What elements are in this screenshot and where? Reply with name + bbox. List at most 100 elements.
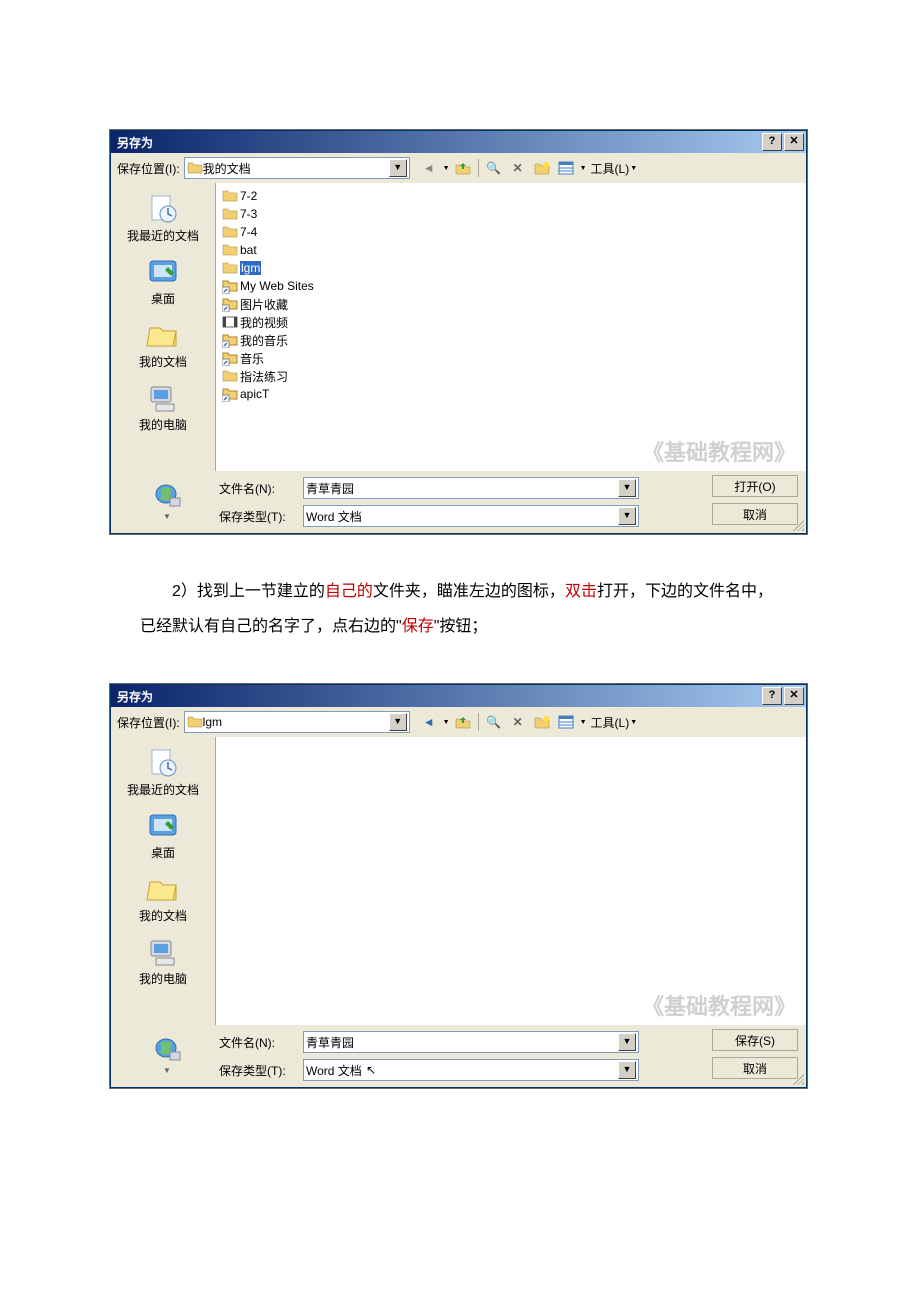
shortcut-folder-icon xyxy=(222,296,238,312)
filetype-label: 保存类型(T): xyxy=(219,1062,297,1079)
folder-icon xyxy=(222,188,238,204)
delete-button[interactable]: ✕ xyxy=(507,158,529,178)
list-item[interactable]: 7-2 xyxy=(222,187,800,205)
sidebar-item-mydocs[interactable]: 我的文档 xyxy=(118,869,208,930)
close-button[interactable]: ✕ xyxy=(784,133,804,151)
shortcut-folder-icon xyxy=(222,386,238,402)
list-item[interactable]: bat xyxy=(222,241,800,259)
watermark-text: 《基础教程网》 xyxy=(642,989,796,1021)
new-folder-button[interactable] xyxy=(531,712,553,732)
help-button[interactable]: ? xyxy=(762,687,782,705)
titlebar[interactable]: 另存为 ? ✕ xyxy=(111,131,806,153)
dropdown-arrow-icon[interactable]: ▼ xyxy=(618,479,636,497)
folder-icon xyxy=(222,368,238,384)
sidebar-item-desktop[interactable]: 桌面 xyxy=(118,806,208,867)
filetype-combo[interactable]: Word 文档 ↖ ▼ xyxy=(303,1059,639,1081)
back-button[interactable]: ◄ xyxy=(418,712,440,732)
folder-icon xyxy=(222,224,238,240)
help-button[interactable]: ? xyxy=(762,133,782,151)
sidebar-item-recent[interactable]: 我最近的文档 xyxy=(118,743,208,804)
instruction-text: 2）找到上一节建立的自己的文件夹，瞄准左边的图标，双击打开，下边的文件名中，已经… xyxy=(140,574,780,644)
tools-menu[interactable]: 工具(L)▼ xyxy=(589,712,640,732)
dropdown-arrow-icon[interactable]: ▼ xyxy=(389,713,407,731)
list-item-selected[interactable]: lgm xyxy=(222,259,800,277)
location-value: 我的文档 xyxy=(203,160,251,177)
file-list[interactable]: 7-2 7-3 7-4 bat lgm My Web Sites 图片收藏 我的… xyxy=(216,183,806,471)
cancel-button[interactable]: 取消 xyxy=(712,1057,798,1079)
filetype-value: Word 文档 xyxy=(306,1062,362,1079)
sidebar-item-label: 我最近的文档 xyxy=(127,229,199,243)
dropdown-arrow-icon[interactable]: ▼ xyxy=(618,1061,636,1079)
up-one-level-button[interactable] xyxy=(452,158,474,178)
network-places-icon[interactable] xyxy=(152,482,182,514)
views-button[interactable] xyxy=(555,158,577,178)
filename-combo[interactable]: 青草青园 ▼ xyxy=(303,1031,639,1053)
network-places-icon[interactable] xyxy=(152,1036,182,1068)
sidebar-item-label: 我的电脑 xyxy=(139,418,187,432)
sidebar-item-recent[interactable]: 我最近的文档 xyxy=(118,189,208,250)
back-button[interactable]: ◄ xyxy=(418,158,440,178)
dropdown-arrow-icon[interactable]: ▼ xyxy=(618,1033,636,1051)
filename-label: 文件名(N): xyxy=(219,1034,297,1051)
folder-icon xyxy=(222,206,238,222)
list-item[interactable]: apicT xyxy=(222,385,800,403)
list-item[interactable]: 7-3 xyxy=(222,205,800,223)
filetype-label: 保存类型(T): xyxy=(219,508,297,525)
list-item[interactable]: 指法练习 xyxy=(222,367,800,385)
desktop-icon xyxy=(145,256,181,288)
filetype-combo[interactable]: Word 文档 ▼ xyxy=(303,505,639,527)
sidebar-item-desktop[interactable]: 桌面 xyxy=(118,252,208,313)
list-item[interactable]: 我的视频 xyxy=(222,313,800,331)
recent-docs-icon xyxy=(145,193,181,225)
network-dropdown-icon[interactable]: ▼ xyxy=(163,512,171,521)
save-button[interactable]: 保存(S) xyxy=(712,1029,798,1051)
network-dropdown-icon[interactable]: ▼ xyxy=(163,1066,171,1075)
filename-value: 青草青园 xyxy=(306,1034,354,1051)
views-menu[interactable]: ▼ xyxy=(580,165,587,172)
delete-button[interactable]: ✕ xyxy=(507,712,529,732)
back-menu[interactable]: ▼ xyxy=(443,719,450,726)
file-list-empty[interactable]: 《基础教程网》 xyxy=(216,737,806,1025)
sidebar-item-label: 桌面 xyxy=(151,292,175,306)
views-menu[interactable]: ▼ xyxy=(580,719,587,726)
dialog-title: 另存为 xyxy=(117,134,153,151)
mydocs-icon xyxy=(145,873,181,905)
folder-icon xyxy=(187,160,203,176)
up-one-level-button[interactable] xyxy=(452,712,474,732)
search-button[interactable]: 🔍 xyxy=(483,158,505,178)
sidebar-item-mydocs[interactable]: 我的文档 xyxy=(118,315,208,376)
filename-value: 青草青园 xyxy=(306,480,354,497)
new-folder-button[interactable] xyxy=(531,158,553,178)
open-button[interactable]: 打开(O) xyxy=(712,475,798,497)
cancel-button[interactable]: 取消 xyxy=(712,503,798,525)
list-item[interactable]: 音乐 xyxy=(222,349,800,367)
dropdown-arrow-icon[interactable]: ▼ xyxy=(389,159,407,177)
tools-menu[interactable]: 工具(L)▼ xyxy=(589,158,640,178)
sidebar-item-mycomputer[interactable]: 我的电脑 xyxy=(118,378,208,439)
list-item[interactable]: 7-4 xyxy=(222,223,800,241)
search-button[interactable]: 🔍 xyxy=(483,712,505,732)
filename-combo[interactable]: 青草青园 ▼ xyxy=(303,477,639,499)
views-button[interactable] xyxy=(555,712,577,732)
location-combo[interactable]: 我的文档 ▼ xyxy=(184,157,410,179)
sidebar-item-mycomputer[interactable]: 我的电脑 xyxy=(118,932,208,993)
filetype-value: Word 文档 xyxy=(306,508,362,525)
list-item[interactable]: 图片收藏 xyxy=(222,295,800,313)
list-item[interactable]: My Web Sites xyxy=(222,277,800,295)
resize-grip[interactable] xyxy=(790,1071,804,1085)
recent-docs-icon xyxy=(145,747,181,779)
sidebar-item-label: 我的文档 xyxy=(139,909,187,923)
location-combo[interactable]: lgm ▼ xyxy=(184,711,410,733)
folder-icon xyxy=(187,714,203,730)
list-item[interactable]: 我的音乐 xyxy=(222,331,800,349)
location-value: lgm xyxy=(203,715,222,729)
resize-grip[interactable] xyxy=(790,517,804,531)
shortcut-folder-icon xyxy=(222,350,238,366)
close-button[interactable]: ✕ xyxy=(784,687,804,705)
titlebar[interactable]: 另存为 ? ✕ xyxy=(111,685,806,707)
shortcut-folder-icon xyxy=(222,278,238,294)
filename-label: 文件名(N): xyxy=(219,480,297,497)
computer-icon xyxy=(145,936,181,968)
dropdown-arrow-icon[interactable]: ▼ xyxy=(618,507,636,525)
back-menu[interactable]: ▼ xyxy=(443,165,450,172)
